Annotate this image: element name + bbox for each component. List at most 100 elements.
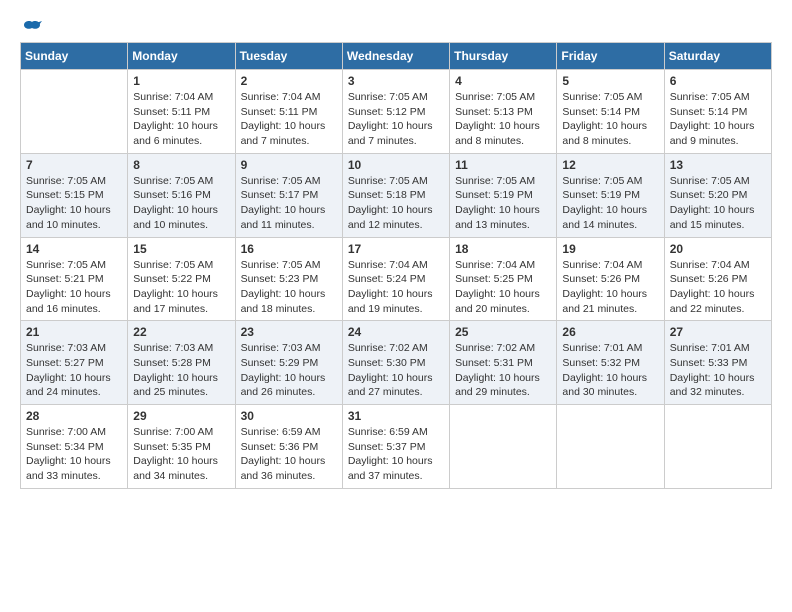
calendar-cell: 27Sunrise: 7:01 AM Sunset: 5:33 PM Dayli… [664, 321, 771, 405]
day-number: 31 [348, 409, 444, 423]
column-header-saturday: Saturday [664, 43, 771, 70]
day-number: 3 [348, 74, 444, 88]
day-info: Sunrise: 7:05 AM Sunset: 5:21 PM Dayligh… [26, 258, 122, 317]
day-info: Sunrise: 7:05 AM Sunset: 5:14 PM Dayligh… [670, 90, 766, 149]
column-header-tuesday: Tuesday [235, 43, 342, 70]
calendar-cell: 12 Sunrise: 7:05 AM Sunset: 5:19 PM Dayli… [557, 153, 664, 237]
calendar-header-row: SundayMondayTuesdayWednesdayThursdayFrid… [21, 43, 772, 70]
page-header [20, 20, 772, 32]
day-info: Sunrise: 6:59 AM Sunset: 5:36 PM Dayligh… [241, 425, 337, 484]
day-info: Sunrise: 7:03 AM Sunset: 5:29 PM Dayligh… [241, 341, 337, 400]
calendar-week-row: 21 Sunrise: 7:03 AM Sunset: 5:27 PM Dayli… [21, 321, 772, 405]
day-number: 5 [562, 74, 658, 88]
day-number: 22 [133, 325, 229, 339]
day-number: 12 [562, 158, 658, 172]
calendar-cell: 16 Sunrise: 7:05 AM Sunset: 5:23 PM Dayli… [235, 237, 342, 321]
day-info: Sunrise: 7:05 AM Sunset: 5:22 PM Dayligh… [133, 258, 229, 317]
calendar-week-row: 28 Sunrise: 7:00 AM Sunset: 5:34 PM Dayli… [21, 405, 772, 489]
day-info: Sunrise: 7:02 AM Sunset: 5:31 PM Dayligh… [455, 341, 551, 400]
calendar-week-row: 7Sunrise: 7:05 AM Sunset: 5:15 PM Daylig… [21, 153, 772, 237]
day-number: 26 [562, 325, 658, 339]
calendar-cell [557, 405, 664, 489]
calendar-cell: 3 Sunrise: 7:05 AM Sunset: 5:12 PM Daylig… [342, 70, 449, 154]
calendar-week-row: 1 Sunrise: 7:04 AM Sunset: 5:11 PM Daylig… [21, 70, 772, 154]
day-info: Sunrise: 7:05 AM Sunset: 5:20 PM Dayligh… [670, 174, 766, 233]
calendar-cell [664, 405, 771, 489]
day-info: Sunrise: 7:05 AM Sunset: 5:12 PM Dayligh… [348, 90, 444, 149]
column-header-friday: Friday [557, 43, 664, 70]
column-header-sunday: Sunday [21, 43, 128, 70]
day-number: 14 [26, 242, 122, 256]
day-number: 13 [670, 158, 766, 172]
day-number: 28 [26, 409, 122, 423]
day-info: Sunrise: 7:00 AM Sunset: 5:34 PM Dayligh… [26, 425, 122, 484]
logo [20, 20, 42, 32]
day-info: Sunrise: 7:02 AM Sunset: 5:30 PM Dayligh… [348, 341, 444, 400]
calendar-cell: 9 Sunrise: 7:05 AM Sunset: 5:17 PM Daylig… [235, 153, 342, 237]
day-info: Sunrise: 7:05 AM Sunset: 5:17 PM Dayligh… [241, 174, 337, 233]
day-info: Sunrise: 7:03 AM Sunset: 5:27 PM Dayligh… [26, 341, 122, 400]
day-number: 20 [670, 242, 766, 256]
calendar-table: SundayMondayTuesdayWednesdayThursdayFrid… [20, 42, 772, 489]
day-info: Sunrise: 7:05 AM Sunset: 5:13 PM Dayligh… [455, 90, 551, 149]
column-header-monday: Monday [128, 43, 235, 70]
day-info: Sunrise: 7:05 AM Sunset: 5:14 PM Dayligh… [562, 90, 658, 149]
day-number: 9 [241, 158, 337, 172]
day-info: Sunrise: 7:05 AM Sunset: 5:19 PM Dayligh… [455, 174, 551, 233]
column-header-thursday: Thursday [450, 43, 557, 70]
calendar-cell: 21 Sunrise: 7:03 AM Sunset: 5:27 PM Dayli… [21, 321, 128, 405]
day-info: Sunrise: 7:04 AM Sunset: 5:24 PM Dayligh… [348, 258, 444, 317]
day-info: Sunrise: 7:04 AM Sunset: 5:11 PM Dayligh… [241, 90, 337, 149]
calendar-cell: 29 Sunrise: 7:00 AM Sunset: 5:35 PM Dayli… [128, 405, 235, 489]
calendar-cell: 28 Sunrise: 7:00 AM Sunset: 5:34 PM Dayli… [21, 405, 128, 489]
calendar-cell: 6 Sunrise: 7:05 AM Sunset: 5:14 PM Daylig… [664, 70, 771, 154]
day-number: 6 [670, 74, 766, 88]
day-info: Sunrise: 7:05 AM Sunset: 5:16 PM Dayligh… [133, 174, 229, 233]
day-info: Sunrise: 7:03 AM Sunset: 5:28 PM Dayligh… [133, 341, 229, 400]
day-info: Sunrise: 7:00 AM Sunset: 5:35 PM Dayligh… [133, 425, 229, 484]
calendar-cell [21, 70, 128, 154]
logo-bird-icon [22, 20, 42, 36]
day-info: Sunrise: 7:05 AM Sunset: 5:18 PM Dayligh… [348, 174, 444, 233]
day-number: 16 [241, 242, 337, 256]
calendar-cell: 25 Sunrise: 7:02 AM Sunset: 5:31 PM Dayli… [450, 321, 557, 405]
calendar-cell: 15 Sunrise: 7:05 AM Sunset: 5:22 PM Dayli… [128, 237, 235, 321]
calendar-cell: 20Sunrise: 7:04 AM Sunset: 5:26 PM Dayli… [664, 237, 771, 321]
calendar-cell: 7Sunrise: 7:05 AM Sunset: 5:15 PM Daylig… [21, 153, 128, 237]
day-number: 1 [133, 74, 229, 88]
day-number: 25 [455, 325, 551, 339]
day-number: 18 [455, 242, 551, 256]
day-info: Sunrise: 7:05 AM Sunset: 5:23 PM Dayligh… [241, 258, 337, 317]
day-number: 30 [241, 409, 337, 423]
day-number: 4 [455, 74, 551, 88]
calendar-cell: 4 Sunrise: 7:05 AM Sunset: 5:13 PM Daylig… [450, 70, 557, 154]
day-number: 17 [348, 242, 444, 256]
calendar-cell: 13 Sunrise: 7:05 AM Sunset: 5:20 PM Dayli… [664, 153, 771, 237]
calendar-cell: 23Sunrise: 7:03 AM Sunset: 5:29 PM Dayli… [235, 321, 342, 405]
day-info: Sunrise: 7:04 AM Sunset: 5:26 PM Dayligh… [562, 258, 658, 317]
day-number: 7 [26, 158, 122, 172]
day-number: 15 [133, 242, 229, 256]
column-header-wednesday: Wednesday [342, 43, 449, 70]
calendar-week-row: 14 Sunrise: 7:05 AM Sunset: 5:21 PM Dayli… [21, 237, 772, 321]
calendar-cell: 11 Sunrise: 7:05 AM Sunset: 5:19 PM Dayli… [450, 153, 557, 237]
calendar-cell: 17 Sunrise: 7:04 AM Sunset: 5:24 PM Dayli… [342, 237, 449, 321]
calendar-cell [450, 405, 557, 489]
day-number: 29 [133, 409, 229, 423]
calendar-cell: 18Sunrise: 7:04 AM Sunset: 5:25 PM Dayli… [450, 237, 557, 321]
day-number: 11 [455, 158, 551, 172]
day-number: 19 [562, 242, 658, 256]
calendar-cell: 30 Sunrise: 6:59 AM Sunset: 5:36 PM Dayli… [235, 405, 342, 489]
day-number: 24 [348, 325, 444, 339]
calendar-cell: 14 Sunrise: 7:05 AM Sunset: 5:21 PM Dayli… [21, 237, 128, 321]
day-number: 2 [241, 74, 337, 88]
day-info: Sunrise: 7:04 AM Sunset: 5:11 PM Dayligh… [133, 90, 229, 149]
calendar-cell: 5 Sunrise: 7:05 AM Sunset: 5:14 PM Daylig… [557, 70, 664, 154]
calendar-cell: 2 Sunrise: 7:04 AM Sunset: 5:11 PM Daylig… [235, 70, 342, 154]
day-number: 21 [26, 325, 122, 339]
calendar-cell: 22 Sunrise: 7:03 AM Sunset: 5:28 PM Dayli… [128, 321, 235, 405]
calendar-cell: 24 Sunrise: 7:02 AM Sunset: 5:30 PM Dayli… [342, 321, 449, 405]
calendar-cell: 26Sunrise: 7:01 AM Sunset: 5:32 PM Dayli… [557, 321, 664, 405]
calendar-cell: 1 Sunrise: 7:04 AM Sunset: 5:11 PM Daylig… [128, 70, 235, 154]
day-info: Sunrise: 7:05 AM Sunset: 5:19 PM Dayligh… [562, 174, 658, 233]
